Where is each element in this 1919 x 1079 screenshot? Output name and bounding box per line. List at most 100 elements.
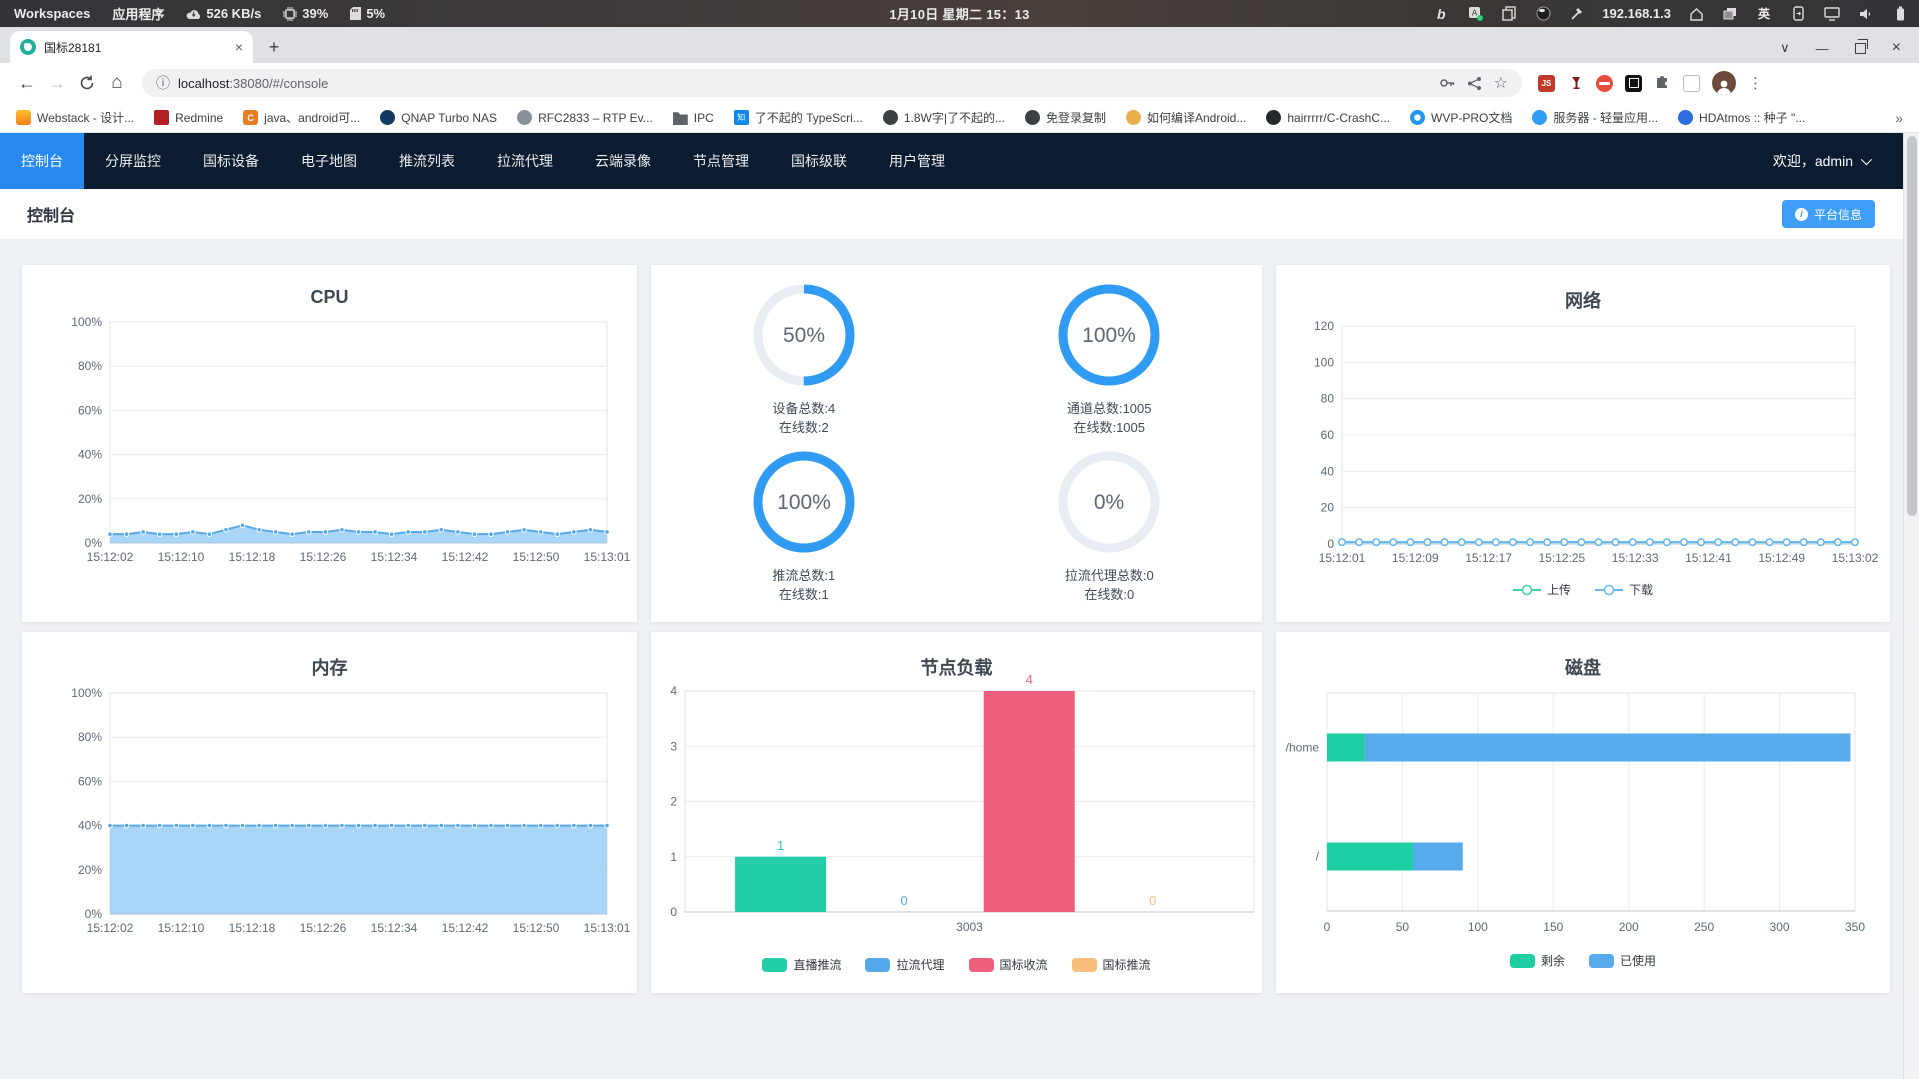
nav-tab-1[interactable]: 控制台	[0, 133, 84, 189]
window-close-button[interactable]: ×	[1892, 39, 1901, 57]
bookmark-dark-globe[interactable]: 免登录复制	[1024, 109, 1106, 126]
bookmark-folder[interactable]: IPC	[672, 110, 714, 125]
bookmark-c-orange[interactable]: java、android可...	[243, 109, 360, 126]
windows-overlap-icon[interactable]	[1721, 5, 1739, 23]
bookmark-star-icon[interactable]: ☆	[1494, 73, 1508, 93]
screwdriver-tool-icon[interactable]	[1568, 5, 1586, 23]
disk-chart[interactable]: 0 50 100 150 200 250 300 350/home /	[1276, 632, 1890, 993]
legend-item[interactable]: 国标收流	[968, 956, 1048, 973]
svg-text:3: 3	[670, 739, 677, 753]
screenshot-tool-icon[interactable]: A	[1466, 5, 1484, 23]
memory-card: 内存 0% 20% 40% 60% 80% 100% 15:12:02 15:12:10 15:…	[22, 632, 637, 993]
bookmark-person[interactable]: 如何编译Android...	[1125, 109, 1246, 126]
clipboard-copy-icon[interactable]	[1500, 5, 1518, 23]
back-button[interactable]: ←	[12, 68, 42, 98]
share-icon[interactable]	[1467, 76, 1482, 91]
legend-item[interactable]: 直播推流	[762, 956, 841, 973]
zhihu-favicon-icon	[733, 110, 749, 125]
home-icon[interactable]	[1687, 5, 1705, 23]
disk-legend: 剩余 已使用	[1276, 952, 1890, 969]
nav-tab-8[interactable]: 节点管理	[672, 133, 770, 189]
page-title: 控制台	[27, 208, 76, 225]
svg-text:0%: 0%	[85, 536, 103, 550]
password-key-icon[interactable]	[1439, 75, 1455, 91]
legend-item[interactable]: 剩余	[1509, 952, 1565, 969]
window-minimize-button[interactable]: —	[1816, 41, 1829, 56]
clock[interactable]: 1月10日 星期二 15：13	[889, 4, 1029, 23]
extensions-puzzle-icon[interactable]	[1654, 72, 1671, 94]
memory-card-icon	[350, 7, 362, 20]
svg-text:100%: 100%	[71, 686, 102, 700]
url-bar[interactable]: ⓘ localhost:38080/#/console ☆	[142, 69, 1522, 97]
legend-item[interactable]: 拉流代理	[865, 956, 945, 973]
workspaces-button[interactable]: Workspaces	[14, 6, 90, 21]
bookmark-dark-globe[interactable]: 1.8W字|了不起的...	[882, 109, 1005, 126]
legend-item[interactable]: 国标推流	[1071, 956, 1151, 973]
memory-usage-indicator[interactable]: 5%	[350, 6, 385, 21]
tray-app-b-icon[interactable]: b	[1432, 5, 1450, 23]
legend-item[interactable]: 上传	[1512, 581, 1571, 598]
dark-sphere-icon[interactable]	[1534, 5, 1552, 23]
reload-button[interactable]	[72, 68, 102, 98]
input-method-indicator[interactable]: 英	[1755, 5, 1773, 23]
bookmark-redmine[interactable]: Redmine	[154, 110, 223, 125]
nav-tab-9[interactable]: 国标级联	[770, 133, 868, 189]
bookmark-wvp[interactable]: WVP-PRO文档	[1410, 109, 1512, 126]
user-menu[interactable]: 欢迎，admin	[1773, 151, 1903, 171]
nav-tab-5[interactable]: 推流列表	[378, 133, 476, 189]
nav-tab-7[interactable]: 云端录像	[574, 133, 672, 189]
browser-tab-strip: 国标28181 × + ∨ — ×	[0, 27, 1919, 63]
bookmark-github[interactable]: hairrrrr/C-CrashC...	[1266, 110, 1390, 125]
cpu-chart[interactable]: 0% 20% 40% 60% 80% 100% 15:12:02 15:12:10 15:12:…	[22, 265, 637, 622]
window-menu-chevron-icon[interactable]: ∨	[1780, 40, 1790, 56]
legend-item[interactable]: 已使用	[1589, 952, 1656, 969]
nodeload-chart[interactable]: 0 1 2 3 4 1 0 4 0 3003	[651, 632, 1262, 993]
bookmark-hd[interactable]: HDAtmos :: 种子 "...	[1678, 109, 1805, 126]
extension-blocker-icon[interactable]	[1596, 74, 1613, 92]
nav-tab-4[interactable]: 电子地图	[280, 133, 378, 189]
svg-text:250: 250	[1694, 920, 1714, 934]
extension-wine-icon[interactable]	[1567, 75, 1584, 92]
nav-tab-3[interactable]: 国标设备	[182, 133, 280, 189]
bookmark-webstack[interactable]: Webstack - 设计...	[16, 109, 134, 126]
ip-address-indicator[interactable]: 192.168.1.3	[1602, 6, 1671, 21]
extension-js-icon[interactable]: JS	[1538, 74, 1555, 92]
platform-info-button[interactable]: i 平台信息	[1781, 200, 1875, 228]
disk-card: 磁盘 0 50 100 150 200 250 300 350/home / 剩余 已使用	[1276, 632, 1890, 993]
site-info-icon[interactable]: ⓘ	[156, 73, 170, 93]
forward-button[interactable]: →	[42, 68, 72, 98]
wvp-favicon-icon	[1410, 110, 1426, 125]
page-scrollbar[interactable]	[1903, 133, 1919, 1079]
extension-json-icon[interactable]	[1625, 74, 1642, 92]
window-restore-button[interactable]	[1854, 38, 1868, 54]
cpu-usage-indicator[interactable]: 39%	[283, 6, 328, 21]
nav-tab-6[interactable]: 拉流代理	[476, 133, 574, 189]
browser-tab[interactable]: 国标28181 ×	[10, 31, 253, 63]
bookmark-cloud[interactable]: 服务器 - 轻量应用...	[1532, 109, 1658, 126]
legend-item[interactable]: 下载	[1595, 581, 1653, 598]
phone-sync-icon[interactable]	[1789, 5, 1807, 23]
volume-muted-icon[interactable]	[1857, 5, 1875, 23]
display-icon[interactable]	[1823, 5, 1841, 23]
network-chart[interactable]: 0 20 40 60 80 100 120 15:12:01 15:12:09 15:12:17 1…	[1276, 265, 1890, 622]
browser-home-button[interactable]: ⌂	[102, 68, 132, 98]
memory-chart[interactable]: 0% 20% 40% 60% 80% 100% 15:12:02 15:12:10 15:12:…	[22, 632, 637, 993]
network-speed-indicator[interactable]: 526 KB/s	[186, 6, 261, 21]
profile-avatar[interactable]	[1712, 71, 1736, 95]
scrollbar-thumb[interactable]	[1907, 136, 1917, 516]
bookmark-zhihu[interactable]: 了不起的 TypeScri...	[733, 109, 863, 126]
extension-blank-icon[interactable]	[1683, 74, 1700, 92]
bookmark-rfc[interactable]: RFC2833 – RTP Ev...	[517, 110, 653, 125]
svg-text:50: 50	[1396, 920, 1410, 934]
bookmark-qnap[interactable]: QNAP Turbo NAS	[380, 110, 497, 125]
battery-icon[interactable]	[1891, 5, 1909, 23]
github-favicon-icon	[1266, 110, 1282, 125]
new-tab-button[interactable]: +	[261, 34, 287, 60]
tab-close-icon[interactable]: ×	[235, 40, 243, 54]
bookmarks-overflow-icon[interactable]: »	[1895, 110, 1903, 126]
net-speed-value: 526 KB/s	[206, 6, 262, 21]
applications-button[interactable]: 应用程序	[112, 4, 164, 23]
nav-tab-2[interactable]: 分屏监控	[84, 133, 182, 189]
browser-menu-icon[interactable]: ⋮	[1748, 74, 1763, 92]
nav-tab-10[interactable]: 用户管理	[868, 133, 966, 189]
